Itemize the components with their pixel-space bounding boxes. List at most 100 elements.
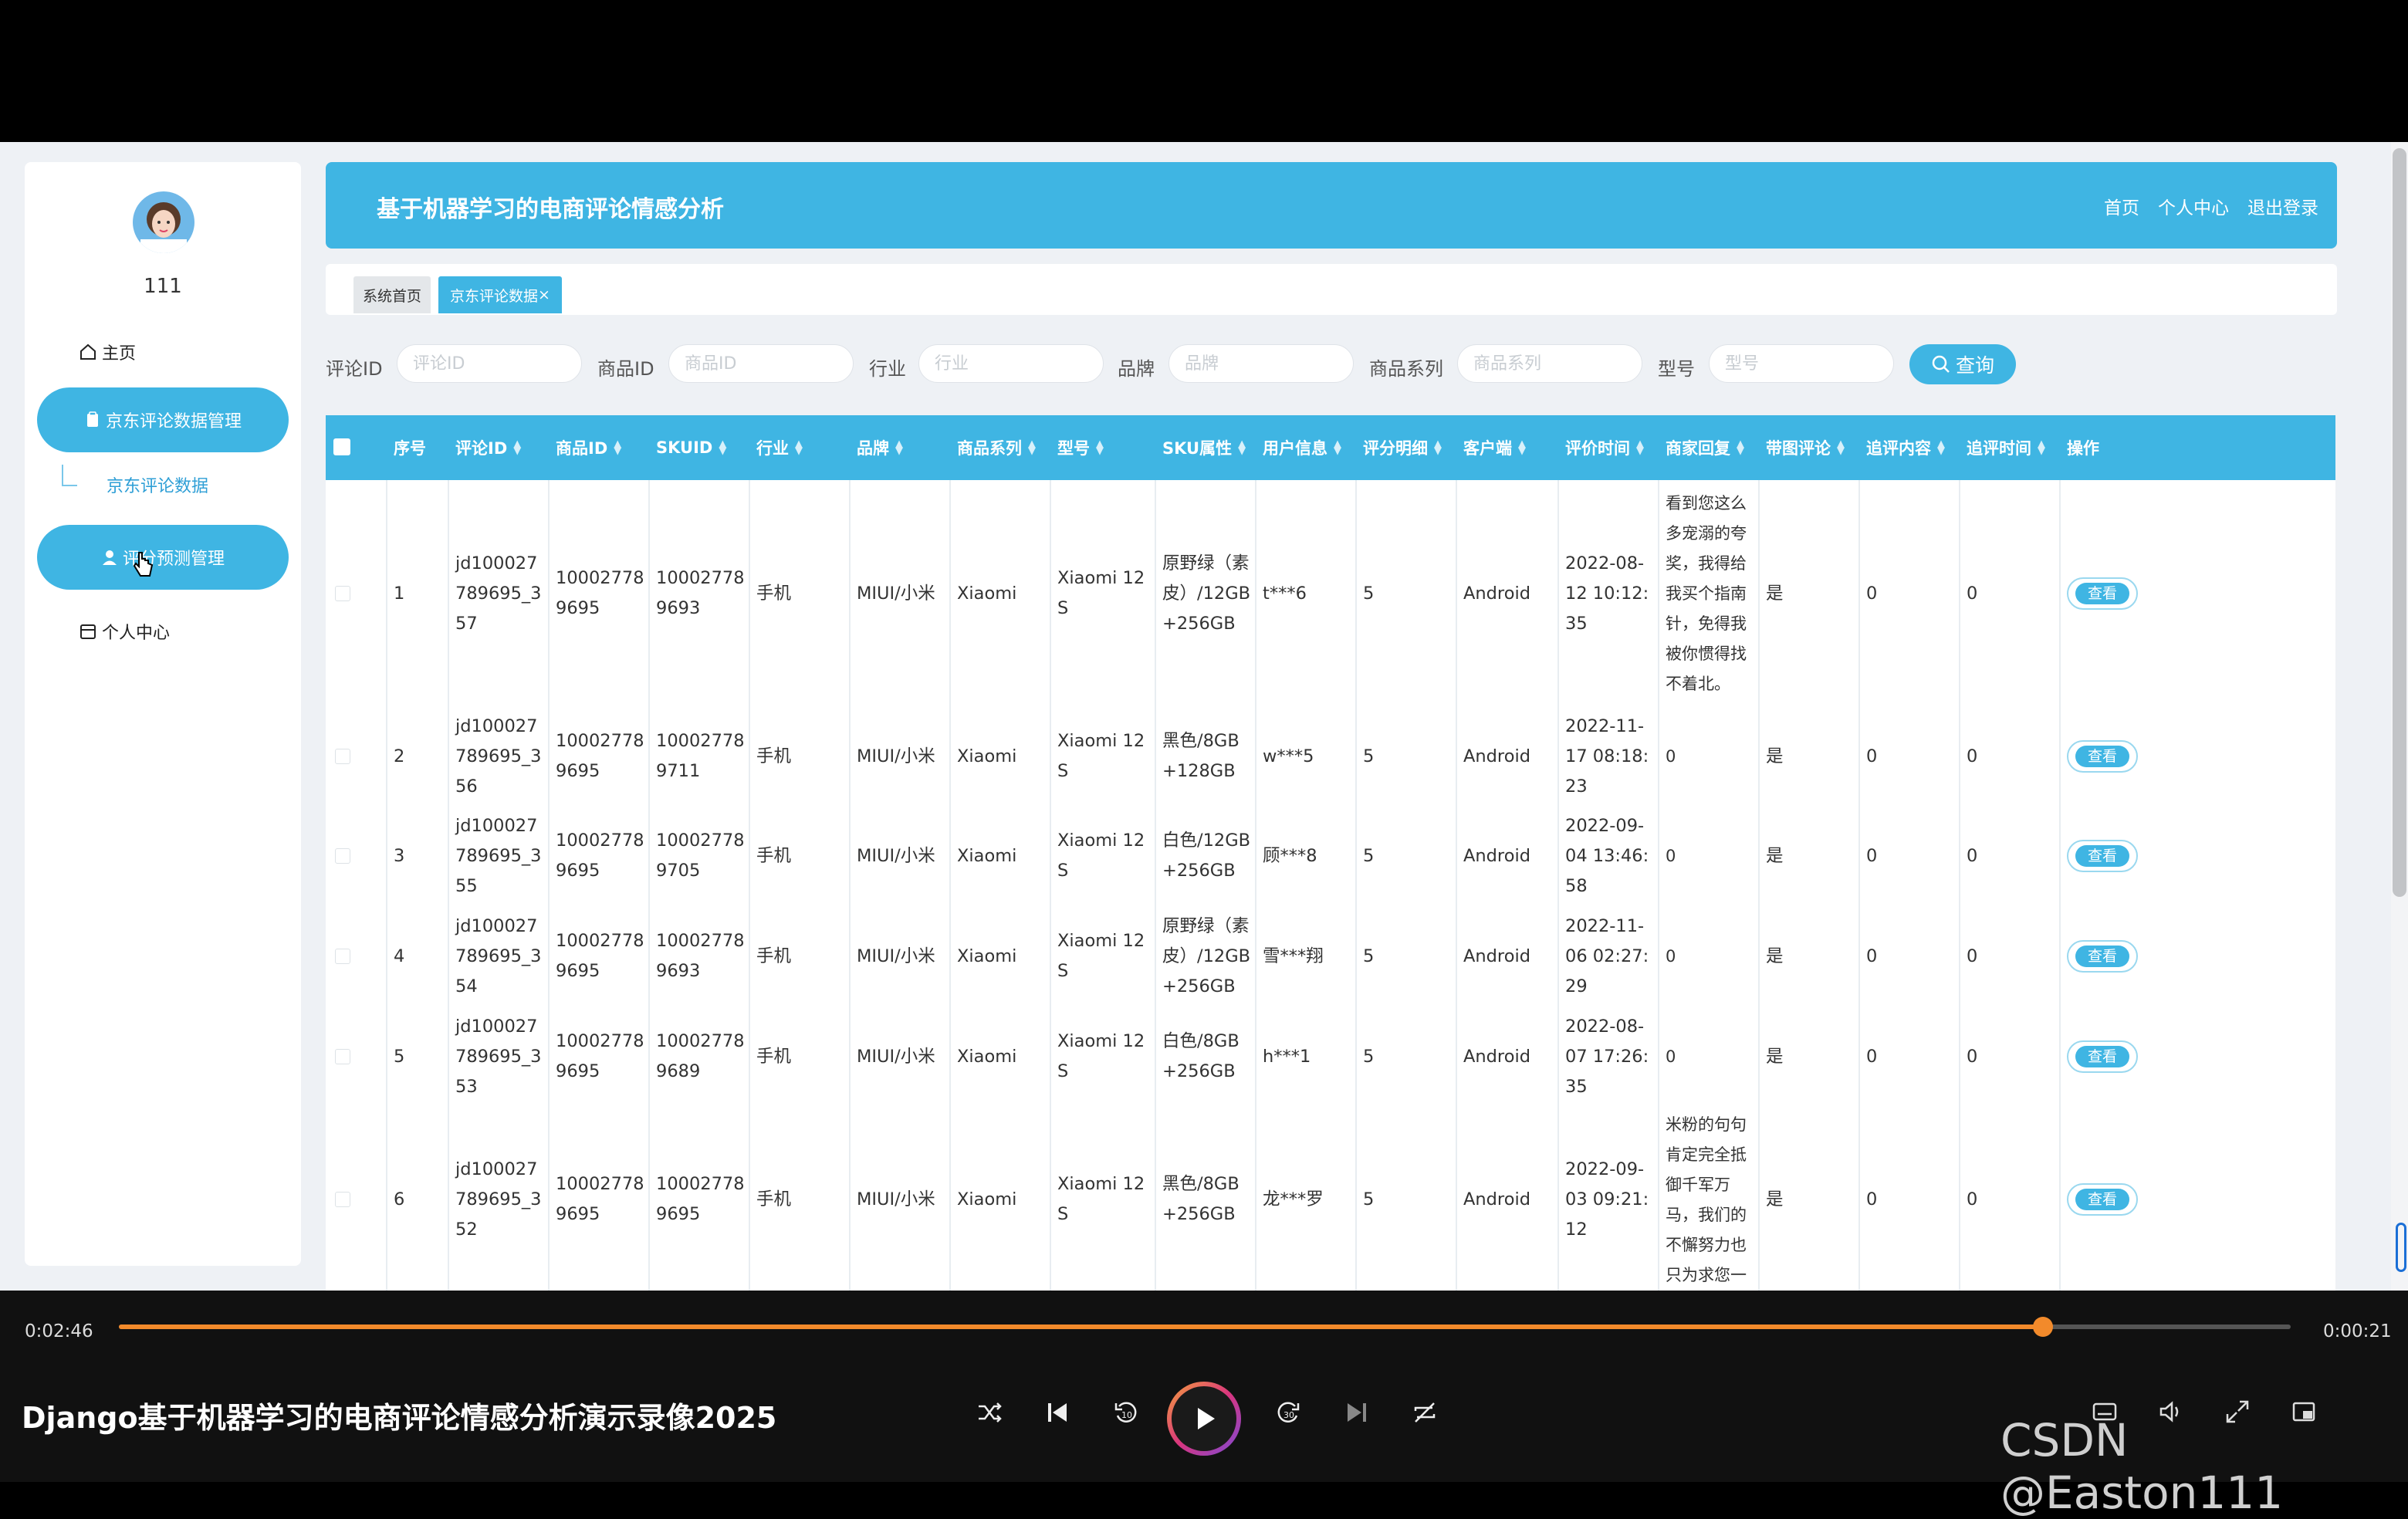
nav-score-prediction-management[interactable]: 评分预测管理 xyxy=(37,525,289,590)
nav-profile[interactable]: 个人中心 xyxy=(79,616,170,647)
row-checkbox[interactable] xyxy=(335,749,350,764)
shuffle-icon[interactable] xyxy=(976,1399,1003,1426)
view-button[interactable]: 查看 xyxy=(2067,740,2138,773)
scrollbar-thumb[interactable] xyxy=(2393,148,2406,897)
nav-jd-comment-data[interactable]: 京东评论数据 xyxy=(107,472,208,497)
column-header-with-image[interactable]: 带图评论 ▲ ▼ xyxy=(1760,415,1858,480)
table-row[interactable]: 4 jd100027789695_354 100027789695 100027789… xyxy=(326,906,2335,1006)
column-header-followup-time[interactable]: 追评时间 ▲ ▼ xyxy=(1960,415,2059,480)
view-button[interactable]: 查看 xyxy=(2067,577,2138,610)
column-header-comment-id[interactable]: 评论ID ▲ ▼ xyxy=(449,415,548,480)
input-product-series[interactable] xyxy=(1457,344,1642,383)
table-row[interactable]: 5 jd100027789695_353 100027789695 100027789… xyxy=(326,1006,2335,1107)
search-button[interactable]: 查询 xyxy=(1909,344,2016,384)
select-all-checkbox[interactable] xyxy=(333,438,350,455)
sort-icon[interactable]: ▲ ▼ xyxy=(1837,439,1845,456)
cell-product-series: Xiaomi xyxy=(957,946,1017,966)
row-checkbox[interactable] xyxy=(335,1192,350,1207)
column-header-client[interactable]: 客户端 ▲ ▼ xyxy=(1457,415,1557,480)
column-header-product-series[interactable]: 商品系列 ▲ ▼ xyxy=(951,415,1050,480)
cell-followup-content: 0 xyxy=(1866,845,1878,866)
tab-jd-comment-data[interactable]: 京东评论数据 × xyxy=(438,276,562,313)
sort-icon[interactable]: ▲ ▼ xyxy=(719,439,726,456)
column-header-index[interactable]: 序号 xyxy=(387,415,448,480)
table-row[interactable]: 3 jd100027789695_355 100027789695 100027789… xyxy=(326,806,2335,906)
label-brand: 品牌 xyxy=(1118,358,1155,380)
previous-icon[interactable] xyxy=(1043,1399,1071,1426)
column-header-sku-attribute[interactable]: SKU属性 ▲ ▼ xyxy=(1156,415,1255,480)
header-link-profile[interactable]: 个人中心 xyxy=(2158,193,2229,219)
sort-icon[interactable]: ▲ ▼ xyxy=(614,439,621,456)
sort-icon[interactable]: ▲ ▼ xyxy=(1737,439,1744,456)
tab-system-home[interactable]: 系统首页 xyxy=(353,276,431,313)
cell-brand: MIUI/小米 xyxy=(857,583,935,604)
column-header-review-time[interactable]: 评价时间 ▲ ▼ xyxy=(1559,415,1658,480)
video-player-bar: 0:02:46 0:00:21 Django基于机器学习的电商评论情感分析演示录… xyxy=(0,1291,2408,1519)
cell-user-info: 雪***翔 xyxy=(1263,946,1324,966)
tab-bar: 系统首页 京东评论数据 × xyxy=(326,264,2337,315)
view-button[interactable]: 查看 xyxy=(2067,840,2138,872)
header-link-logout[interactable]: 退出登录 xyxy=(2247,193,2318,219)
input-brand[interactable] xyxy=(1168,344,1354,383)
column-header-followup-content[interactable]: 追评内容 ▲ ▼ xyxy=(1860,415,1959,480)
row-checkbox[interactable] xyxy=(335,848,350,864)
sort-icon[interactable]: ▲ ▼ xyxy=(1096,439,1104,456)
input-model[interactable] xyxy=(1709,344,1894,383)
repeat-off-icon[interactable] xyxy=(1411,1399,1439,1426)
input-industry[interactable] xyxy=(918,344,1104,383)
sort-icon[interactable]: ▲ ▼ xyxy=(2038,439,2045,456)
sort-icon[interactable]: ▲ ▼ xyxy=(795,439,803,456)
avatar[interactable] xyxy=(133,191,194,253)
progress-knob[interactable] xyxy=(2033,1317,2054,1337)
nav-jd-comment-management[interactable]: 京东评论数据管理 xyxy=(37,387,289,452)
row-checkbox[interactable] xyxy=(335,586,350,601)
column-header-model[interactable]: 型号 ▲ ▼ xyxy=(1051,415,1155,480)
forward-30-icon[interactable]: 30 xyxy=(1275,1399,1303,1426)
rewind-10-icon[interactable]: 10 xyxy=(1111,1399,1139,1426)
cell-brand: MIUI/小米 xyxy=(857,746,935,766)
sort-icon[interactable]: ▲ ▼ xyxy=(1937,439,1945,456)
sort-icon[interactable]: ▲ ▼ xyxy=(1518,439,1526,456)
next-icon[interactable] xyxy=(1343,1399,1371,1426)
column-header-industry[interactable]: 行业 ▲ ▼ xyxy=(750,415,849,480)
table-row[interactable]: 2 jd100027789695_356 100027789695 100027789… xyxy=(326,707,2335,806)
column-header-actions[interactable]: 操作 xyxy=(2061,415,2335,480)
view-button[interactable]: 查看 xyxy=(2067,1040,2138,1073)
row-checkbox[interactable] xyxy=(335,1049,350,1064)
sort-icon[interactable]: ▲ ▼ xyxy=(895,439,903,456)
tab-close-icon[interactable]: × xyxy=(538,286,550,303)
sort-icon[interactable]: ▲ ▼ xyxy=(1334,439,1341,456)
cell-followup-content: 0 xyxy=(1866,946,1878,966)
column-header-user-info[interactable]: 用户信息 ▲ ▼ xyxy=(1256,415,1355,480)
column-header-product-id[interactable]: 商品ID ▲ ▼ xyxy=(550,415,648,480)
watermark: CSDN @Easton111 xyxy=(2000,1414,2284,1519)
sort-icon[interactable]: ▲ ▼ xyxy=(1028,439,1036,456)
row-checkbox[interactable] xyxy=(335,949,350,964)
column-header-score-detail[interactable]: 评分明细 ▲ ▼ xyxy=(1357,415,1456,480)
sort-icon[interactable]: ▲ ▼ xyxy=(1636,439,1644,456)
cell-merchant-reply: 0 xyxy=(1666,746,1676,766)
sort-icon[interactable]: ▲ ▼ xyxy=(1434,439,1442,456)
cell-score: 5 xyxy=(1363,746,1375,766)
cell-sku-attribute: 黑色/8GB+128GB xyxy=(1162,731,1240,781)
label-product-series: 商品系列 xyxy=(1369,358,1443,380)
view-button[interactable]: 查看 xyxy=(2067,940,2138,973)
input-comment-id[interactable] xyxy=(397,344,582,383)
table-row[interactable]: 6 jd100027789695_352 100027789695 100027789… xyxy=(326,1107,2335,1291)
play-button[interactable] xyxy=(1167,1382,1241,1456)
input-product-id[interactable] xyxy=(668,344,854,383)
column-header-brand[interactable]: 品牌 ▲ ▼ xyxy=(851,415,949,480)
scroll-handle[interactable] xyxy=(2396,1223,2406,1272)
nav-home[interactable]: 主页 xyxy=(79,337,136,367)
view-button[interactable]: 查看 xyxy=(2067,1183,2138,1216)
sort-icon[interactable]: ▲ ▼ xyxy=(513,439,521,456)
cell-merchant-reply: 看到您这么多宠溺的夸奖，我得给我买个指南针，免得我被你惯得找不着北。 xyxy=(1666,493,1747,693)
column-header-sku-id[interactable]: SKUID ▲ ▼ xyxy=(650,415,749,480)
column-header-merchant-reply[interactable]: 商家回复 ▲ ▼ xyxy=(1659,415,1758,480)
header-link-home[interactable]: 首页 xyxy=(2104,193,2139,219)
table-row[interactable]: 1 jd100027789695_357 100027789695 100027789… xyxy=(326,480,2335,707)
sort-icon[interactable]: ▲ ▼ xyxy=(1238,439,1246,456)
cell-product-id: 100027789695 xyxy=(556,831,644,881)
cell-followup-content: 0 xyxy=(1866,1046,1878,1067)
cell-sku-attribute: 黑色/8GB+256GB xyxy=(1162,1174,1240,1224)
